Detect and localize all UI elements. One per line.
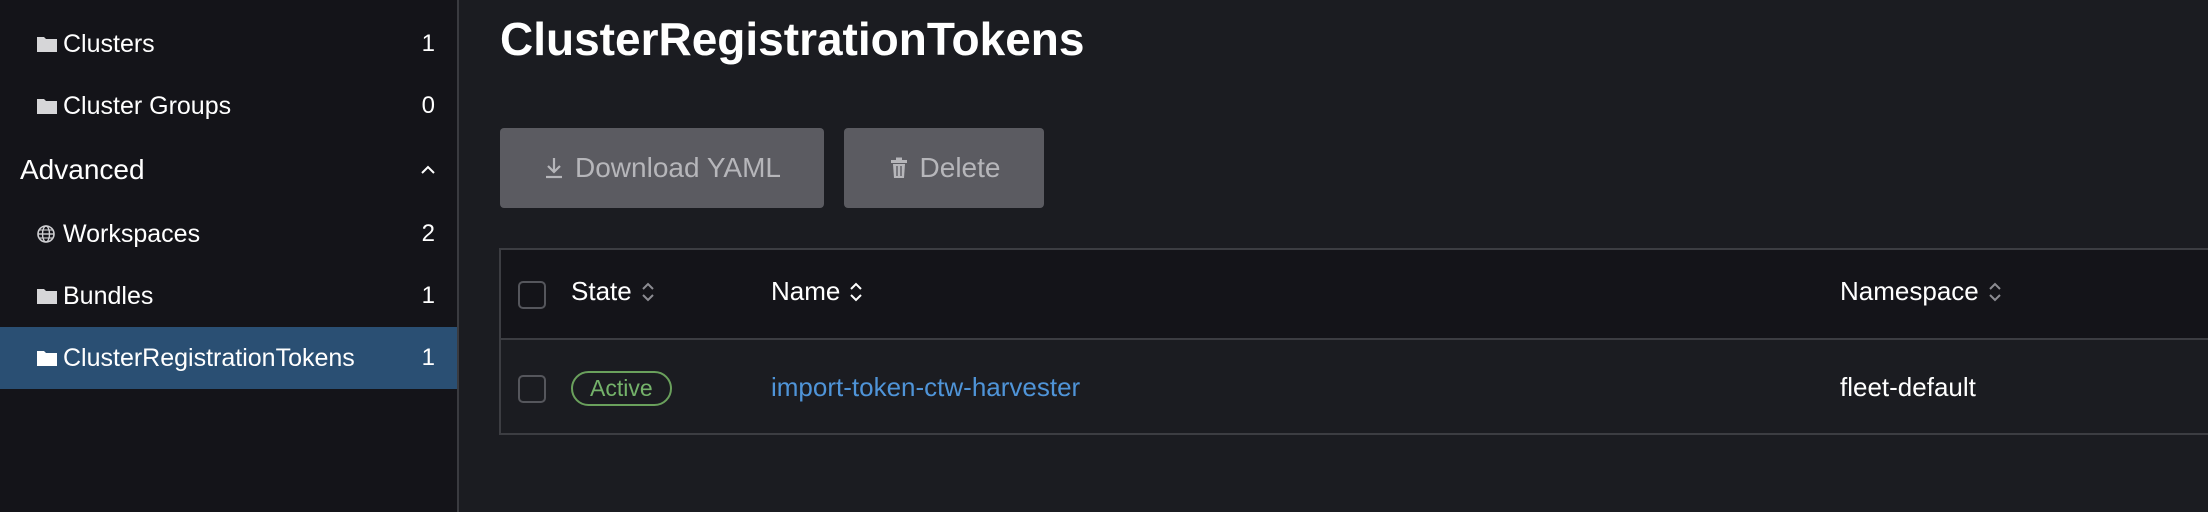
folder-icon xyxy=(37,289,57,304)
folder-icon xyxy=(37,37,57,52)
sidebar-item-label: Workspaces xyxy=(63,219,201,248)
sidebar-item-label: Bundles xyxy=(63,281,154,310)
trash-icon xyxy=(890,157,907,178)
delete-button[interactable]: Delete xyxy=(844,128,1044,208)
sidebar-item-cluster-registration-tokens[interactable]: ClusterRegistrationTokens 1 xyxy=(0,327,457,389)
table-header: State Name Namespace xyxy=(501,250,2208,340)
sort-icon xyxy=(642,282,654,301)
sidebar-item-label: Cluster Groups xyxy=(63,91,232,120)
sidebar-item-label: ClusterRegistrationTokens xyxy=(63,343,355,372)
status-badge: Active xyxy=(571,371,672,406)
sidebar-item-workspaces[interactable]: Workspaces 2 xyxy=(0,203,457,265)
select-all-checkbox[interactable] xyxy=(518,281,546,309)
sidebar-group-label: Advanced xyxy=(20,154,145,185)
chevron-up-icon xyxy=(421,165,435,174)
sidebar-item-clusters[interactable]: Clusters 1 xyxy=(0,13,457,75)
sidebar-item-count: 1 xyxy=(421,282,435,309)
sidebar-group-advanced[interactable]: Advanced xyxy=(0,139,457,201)
table-row: Active import-token-ctw-harvester fleet-… xyxy=(501,342,2208,435)
column-header-namespace[interactable]: Namespace xyxy=(1840,276,2003,307)
sort-icon xyxy=(1989,282,2001,301)
sidebar-item-label: Clusters xyxy=(63,29,155,58)
download-yaml-label: Download YAML xyxy=(575,152,781,183)
sort-icon xyxy=(850,282,863,301)
app-root: Clusters 1 Cluster Groups 0 Advanced Wor… xyxy=(0,0,2208,512)
resource-name-link[interactable]: import-token-ctw-harvester xyxy=(771,372,1080,403)
sidebar-item-bundles[interactable]: Bundles 1 xyxy=(0,265,457,327)
column-header-label: State xyxy=(571,276,632,306)
sidebar-item-count: 1 xyxy=(421,30,435,57)
sidebar-item-count: 2 xyxy=(421,220,435,247)
folder-icon xyxy=(37,351,57,366)
download-icon xyxy=(546,158,563,179)
download-yaml-button[interactable]: Download YAML xyxy=(500,128,824,208)
folder-icon xyxy=(37,99,57,114)
delete-label: Delete xyxy=(919,152,1001,183)
column-header-label: Name xyxy=(771,276,841,306)
namespace-cell: fleet-default xyxy=(1840,372,1976,402)
tokens-table: State Name Namespace Active import-token… xyxy=(499,248,2208,435)
row-checkbox[interactable] xyxy=(518,375,546,403)
sidebar-item-count: 0 xyxy=(421,92,435,119)
column-header-label: Namespace xyxy=(1840,276,1979,306)
sidebar-item-count: 1 xyxy=(421,344,435,371)
sidebar-item-cluster-groups[interactable]: Cluster Groups 0 xyxy=(0,75,457,137)
page-title: ClusterRegistrationTokens xyxy=(500,13,1085,65)
sidebar: Clusters 1 Cluster Groups 0 Advanced Wor… xyxy=(0,0,459,512)
column-header-state[interactable]: State xyxy=(571,276,656,307)
globe-icon xyxy=(37,225,55,243)
column-header-name[interactable]: Name xyxy=(771,276,864,307)
